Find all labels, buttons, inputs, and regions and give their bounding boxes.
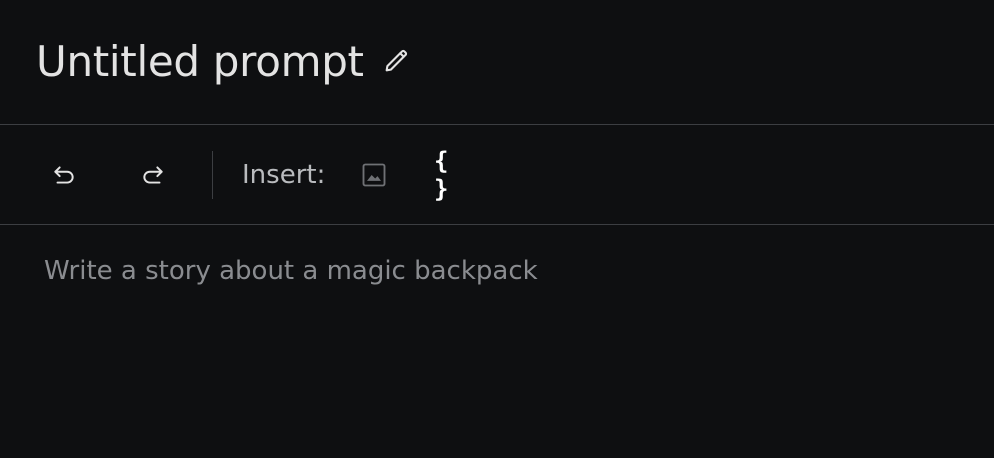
toolbar-divider — [212, 151, 213, 199]
prompt-placeholder: Write a story about a magic backpack — [44, 256, 538, 286]
prompt-header: Untitled prompt — [0, 0, 994, 125]
undo-icon — [54, 166, 74, 184]
insert-variable-button[interactable]: { } — [434, 147, 472, 203]
pencil-icon — [385, 49, 408, 72]
redo-button[interactable] — [135, 157, 171, 193]
insert-label: Insert: — [242, 160, 326, 190]
editor-toolbar: Insert: { } — [0, 125, 994, 225]
prompt-editor[interactable]: Write a story about a magic backpack — [0, 226, 994, 458]
edit-title-button[interactable] — [380, 45, 412, 77]
image-icon — [362, 163, 386, 187]
undo-button[interactable] — [46, 157, 82, 193]
insert-image-button[interactable] — [356, 157, 392, 193]
redo-icon — [143, 166, 163, 184]
prompt-title[interactable]: Untitled prompt — [36, 37, 364, 87]
